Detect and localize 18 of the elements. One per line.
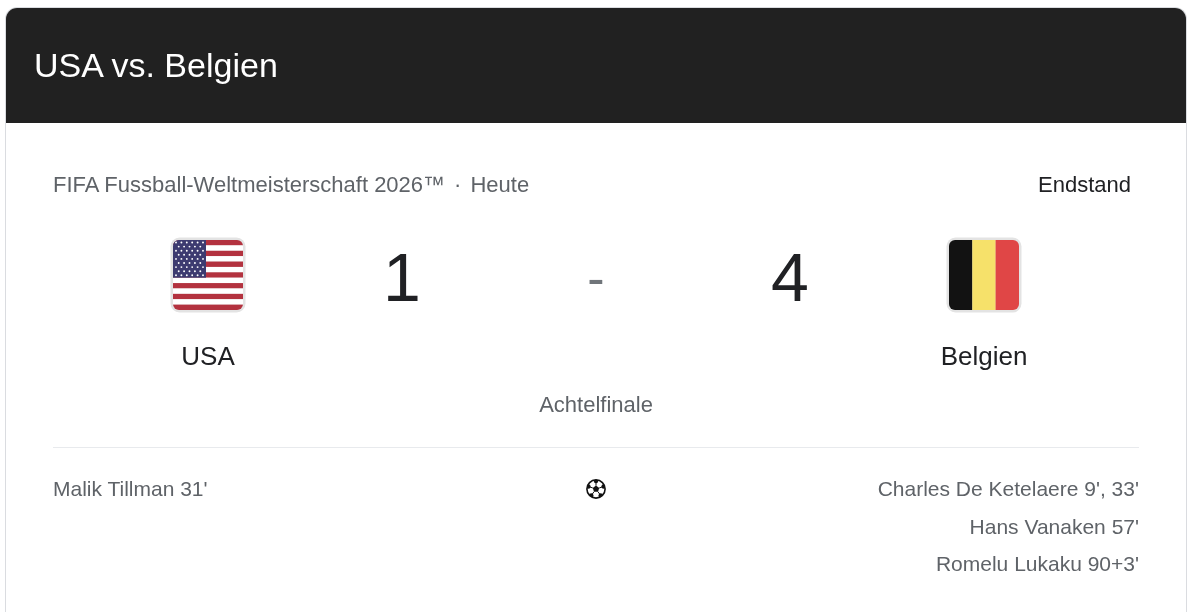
competition-name: FIFA Fussball-Weltmeisterschaft 2026™ [53, 172, 446, 198]
away-team-name: Belgien [940, 341, 1028, 371]
match-date: Heute [470, 172, 530, 198]
home-team-name: USA [181, 341, 235, 371]
match-title: USA vs. Belgien [34, 45, 278, 85]
home-score: 1 [383, 239, 421, 315]
match-status: Endstand [1038, 172, 1131, 198]
soccer-ball-icon [586, 479, 606, 499]
middle-dot-separator: · [454, 172, 462, 198]
score-separator: - [587, 250, 605, 306]
goal-scorer: Romelu Lukaku 90+3' [935, 551, 1139, 577]
american-flag-icon [170, 237, 246, 313]
belgian-flag-icon [946, 237, 1022, 313]
tournament-round: Achtelfinale [539, 392, 653, 418]
goal-scorer: Charles De Ketelaere 9', 33' [877, 476, 1139, 502]
away-score: 4 [771, 239, 809, 315]
goal-scorer: Malik Tillman 31' [53, 476, 208, 502]
goal-scorer: Hans Vanaken 57' [969, 513, 1139, 540]
